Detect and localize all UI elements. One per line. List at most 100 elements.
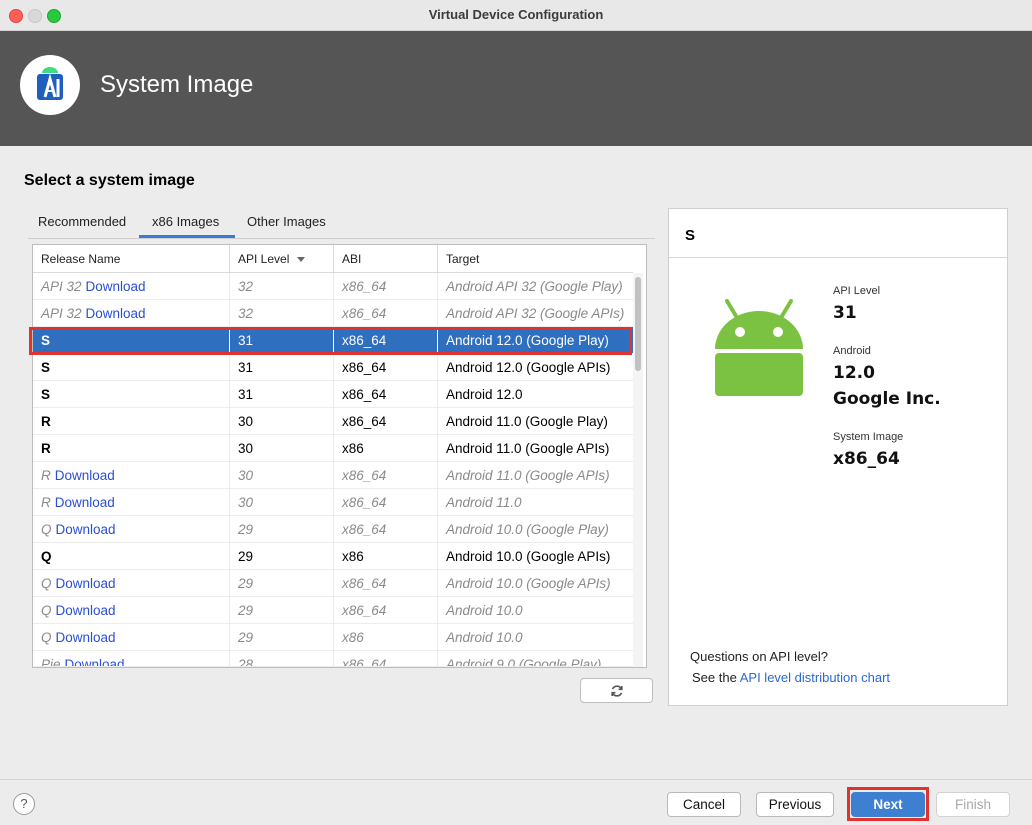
download-link[interactable]: Download <box>55 468 115 483</box>
cell-target: Android 10.0 (Google Play) <box>437 516 633 543</box>
cell-api-level: 32 <box>229 273 333 300</box>
download-link[interactable]: Download <box>56 603 116 618</box>
cell-release-name: S <box>33 354 229 381</box>
cell-abi: x86_64 <box>333 408 437 435</box>
cell-api-level: 30 <box>229 408 333 435</box>
help-button[interactable]: ? <box>13 793 35 815</box>
table-header: Release Name API Level ABI Target <box>33 245 633 273</box>
cell-api-level: 29 <box>229 516 333 543</box>
table-row[interactable]: R Download 30 x86_64 Android 11.0 <box>33 489 633 516</box>
cell-target: Android 11.0 <box>437 489 633 516</box>
sort-descending-icon <box>297 257 306 263</box>
cell-release-name: S <box>33 327 229 354</box>
cell-release-name: Q Download <box>33 570 229 597</box>
cell-abi: x86_64 <box>333 354 437 381</box>
cell-target: Android 10.0 <box>437 624 633 651</box>
release-name: R <box>41 414 51 429</box>
table-row[interactable]: API 32 Download 32 x86_64 Android API 32 (Go… <box>33 273 633 300</box>
api-level-label: API Level <box>833 285 881 297</box>
table-row[interactable]: Q 29 x86 Android 10.0 (Google APIs) <box>33 543 633 570</box>
release-name: S <box>41 333 51 348</box>
release-name: Q <box>41 522 52 537</box>
column-header-target[interactable]: Target <box>437 245 633 272</box>
download-link[interactable]: Download <box>56 630 116 645</box>
download-link[interactable]: Download <box>86 306 146 321</box>
cell-target: Android API 32 (Google Play) <box>437 273 633 300</box>
finish-button: Finish <box>936 792 1010 817</box>
next-button[interactable]: Next <box>851 792 925 817</box>
cell-release-name: R <box>33 435 229 462</box>
table-row[interactable]: API 32 Download 32 x86_64 Android API 32 (Go… <box>33 300 633 327</box>
column-header-abi[interactable]: ABI <box>333 245 437 272</box>
api-level-distribution-link[interactable]: API level distribution chart <box>740 670 890 685</box>
table-row[interactable]: Q Download 29 x86_64 Android 10.0 (Google AP… <box>33 570 633 597</box>
android-studio-logo-icon <box>20 55 80 115</box>
cell-abi: x86_64 <box>333 651 437 666</box>
release-name: API 32 <box>41 306 82 321</box>
cell-target: Android 10.0 (Google APIs) <box>437 543 633 570</box>
table-row[interactable]: S 31 x86_64 Android 12.0 (Google APIs) <box>33 354 633 381</box>
table-row[interactable]: R 30 x86_64 Android 11.0 (Google Play) <box>33 408 633 435</box>
table-scrollbar[interactable] <box>633 273 643 667</box>
table-row[interactable]: Q Download 29 x86_64 Android 10.0 <box>33 597 633 624</box>
cell-api-level: 29 <box>229 597 333 624</box>
cell-target: Android 9.0 (Google Play) <box>437 651 633 666</box>
table-row[interactable]: Q Download 29 x86_64 Android 10.0 (Google Pl… <box>33 516 633 543</box>
cell-abi: x86_64 <box>333 327 437 354</box>
system-image-details: S API Level 31 Android 12.0 Google Inc. … <box>668 208 1008 706</box>
cell-target: Android 11.0 (Google Play) <box>437 408 633 435</box>
cell-target: Android 11.0 (Google APIs) <box>437 462 633 489</box>
cell-release-name: Q Download <box>33 624 229 651</box>
cell-release-name: API 32 Download <box>33 300 229 327</box>
details-header: S <box>669 209 1007 258</box>
refresh-button[interactable] <box>580 678 653 703</box>
cell-abi: x86_64 <box>333 462 437 489</box>
window-titlebar: Virtual Device Configuration <box>0 0 1032 31</box>
cell-api-level: 30 <box>229 435 333 462</box>
api-level-help-text: See the API level distribution chart <box>692 670 890 685</box>
cell-abi: x86_64 <box>333 597 437 624</box>
cell-target: Android 12.0 <box>437 381 633 408</box>
cell-api-level: 31 <box>229 354 333 381</box>
cell-abi: x86_64 <box>333 300 437 327</box>
cell-api-level: 29 <box>229 543 333 570</box>
download-link[interactable]: Download <box>56 522 116 537</box>
cell-release-name: R Download <box>33 489 229 516</box>
table-row[interactable]: Pie Download 28 x86_64 Android 9.0 (Google P… <box>33 651 633 667</box>
footer-divider <box>0 779 1032 780</box>
see-prefix: See the <box>692 670 737 685</box>
table-row[interactable]: R Download 30 x86_64 Android 11.0 (Google AP… <box>33 462 633 489</box>
android-version-value: 12.0 <box>833 363 875 383</box>
cell-api-level: 31 <box>229 381 333 408</box>
release-name: S <box>41 387 51 402</box>
android-label: Android <box>833 345 871 357</box>
android-robot-icon <box>713 297 805 397</box>
column-header-api-level[interactable]: API Level <box>229 245 333 272</box>
column-header-release-name[interactable]: Release Name <box>33 245 229 272</box>
download-link[interactable]: Download <box>56 576 116 591</box>
cell-api-level: 31 <box>229 327 333 354</box>
cancel-button[interactable]: Cancel <box>667 792 741 817</box>
cell-release-name: API 32 Download <box>33 273 229 300</box>
table-row[interactable]: S 31 x86_64 Android 12.0 <box>33 381 633 408</box>
cell-target: Android 10.0 <box>437 597 633 624</box>
cell-target: Android 12.0 (Google Play) <box>437 327 633 354</box>
cell-abi: x86_64 <box>333 273 437 300</box>
table-row[interactable]: S 31 x86_64 Android 12.0 (Google Play) <box>33 327 633 354</box>
cell-target: Android 10.0 (Google APIs) <box>437 570 633 597</box>
tab-recommended[interactable]: Recommended <box>38 214 126 229</box>
tab-x86-images[interactable]: x86 Images <box>152 214 219 229</box>
table-scrollbar-thumb[interactable] <box>635 277 641 371</box>
download-link[interactable]: Download <box>65 657 125 666</box>
download-link[interactable]: Download <box>55 495 115 510</box>
table-row[interactable]: R 30 x86 Android 11.0 (Google APIs) <box>33 435 633 462</box>
cell-release-name: Q Download <box>33 597 229 624</box>
download-link[interactable]: Download <box>86 279 146 294</box>
release-name: R <box>41 495 51 510</box>
release-name: R <box>41 468 51 483</box>
system-image-table: Release Name API Level ABI Target API 32… <box>32 244 647 668</box>
release-name: API 32 <box>41 279 82 294</box>
previous-button[interactable]: Previous <box>756 792 834 817</box>
tab-other-images[interactable]: Other Images <box>247 214 326 229</box>
table-row[interactable]: Q Download 29 x86 Android 10.0 <box>33 624 633 651</box>
